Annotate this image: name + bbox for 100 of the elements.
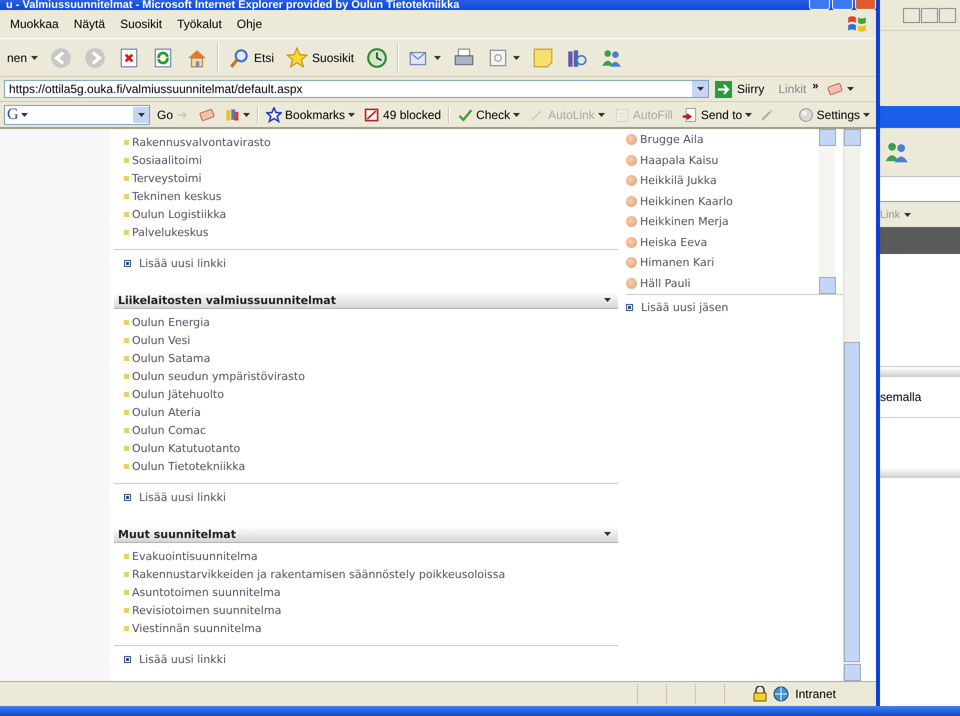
stop-icon [118,46,140,68]
menu-item[interactable]: Työkalut [177,17,222,31]
section-title: Muut suunnitelmat [118,528,236,540]
link[interactable]: Oulun Ateria [132,406,201,418]
go-button[interactable]: Siirry [715,80,764,98]
bullet-icon [124,212,129,216]
link[interactable]: Revisiotoimen suunnitelma [132,604,282,616]
caret-icon [598,112,605,116]
person-icon [626,175,637,186]
caret-icon [243,112,250,116]
bullet-icon [124,554,129,558]
member-link[interactable]: Heiska Eeva [640,236,708,249]
spellcheck-icon [457,106,474,122]
wand-icon [759,106,776,122]
settings-icon [798,106,814,122]
scroll-thumb[interactable] [844,342,860,662]
security-zone: Intranet [795,687,836,701]
caret-icon [863,112,870,116]
bullet-icon [124,572,129,576]
section-title: Liikelaitosten valmiussuunnitelmat [118,294,336,306]
minimize-button[interactable] [903,8,920,22]
link[interactable]: Oulun Satama [132,352,210,364]
member-link[interactable]: Brugge Aila [640,133,704,146]
caret-icon [745,112,752,116]
link[interactable]: Oulun Tietotekniikka [132,460,246,472]
toolbar-button[interactable]: Send to [680,106,754,122]
toolbar-button[interactable]: Go [155,108,192,122]
link[interactable]: Tekninen keskus [132,190,222,202]
link[interactable]: Sosiaalitoimi [132,154,202,166]
caret-icon [31,56,38,60]
chevron-down-icon [138,112,144,116]
refresh-icon [152,46,174,68]
caret-icon [348,112,356,116]
menu-item[interactable]: Suosikit [120,17,162,31]
add-icon [124,260,131,266]
dropdown-button[interactable] [692,81,708,97]
dropdown-button[interactable] [133,106,149,122]
page-scrollbar[interactable] [843,129,860,681]
add-icon [124,656,131,662]
link[interactable]: Palvelukeskus [132,226,208,238]
wand-icon [529,106,546,122]
close-button[interactable] [939,8,956,22]
add-link[interactable]: Lisää uusi linkki [139,652,226,666]
toolbar-button[interactable]: Check [455,106,522,122]
link[interactable]: Evakuointisuunnitelma [132,550,258,562]
link[interactable]: Terveystoimi [132,172,202,184]
toolbar-button[interactable]: Etsi [225,44,278,70]
blocked-window-icon [364,106,380,122]
member-link[interactable]: Häll Pauli [640,276,691,290]
bullet-icon [124,158,129,162]
link[interactable]: Oulun Vesi [132,334,190,346]
text-field[interactable] [880,177,960,202]
bullet-icon [124,392,129,396]
caret-icon [513,112,520,116]
toolbar-button[interactable]: Settings [796,106,872,122]
bullet-icon [124,428,129,432]
more-button[interactable]: » [812,80,818,92]
toolbar-button[interactable]: Suosikit [283,44,358,70]
link[interactable]: Rakennusvalvontavirasto [132,136,271,148]
link[interactable]: Oulun seudun ympäristövirasto [132,370,305,382]
person-icon [626,236,637,248]
caret-icon [434,56,442,60]
pencils-icon [224,106,240,122]
chevron-down-icon [696,87,704,91]
link[interactable]: Asuntotoimen suunnitelma [132,586,281,598]
bullet-icon [124,374,129,378]
bullet-icon [124,590,129,594]
person-icon [626,278,637,289]
padlock-icon [753,686,768,702]
link[interactable]: Oulun Logistiikka [132,208,226,220]
member-link[interactable]: Heikkinen Kaarlo [640,194,733,208]
member-link[interactable]: Heikkinen Merja [640,215,729,228]
link[interactable]: Oulun Katutuotanto [132,442,240,454]
member-link[interactable]: Haapala Kaisu [640,154,718,167]
link[interactable]: Oulun Comac [132,424,206,436]
toolbar-button[interactable]: nen [4,48,42,66]
link[interactable]: Viestinnän suunnitelma [132,622,262,634]
link[interactable]: Oulun Jätehuolto [132,388,224,400]
person-icon [626,216,637,228]
toolbar-button[interactable]: 49 blocked [362,106,444,122]
member-link[interactable]: Heikkilä Jukka [640,174,717,188]
menu-item[interactable]: Näytä [74,17,106,31]
search-field[interactable]: G [4,104,150,124]
form-icon [614,106,630,122]
bullet-icon [124,140,129,144]
bullet-icon [124,194,129,198]
bullet-icon [124,338,129,342]
link[interactable]: Oulun Energia [132,316,210,328]
member-link[interactable]: Himanen Kari [640,256,714,270]
toolbar-button[interactable]: Bookmarks [264,106,358,122]
bullet-icon [124,230,129,234]
address-field[interactable]: https://ottila5g.ouka.fi/valmiussuunnitelmat/default.aspx [4,80,709,98]
add-link[interactable]: Lisää uusi linkki [139,490,226,504]
link[interactable]: Rakennustarvikkeiden ja rakentamisen säännöstely poikkeusoloissa [132,568,506,580]
add-link[interactable]: Lisää uusi linkki [139,256,226,270]
restore-button[interactable] [921,8,938,22]
menu-item[interactable]: Muokkaa [10,17,59,31]
bullet-icon [124,446,129,450]
add-link[interactable]: Lisää uusi jäsen [641,300,728,314]
menu-item[interactable]: Ohje [236,17,262,31]
